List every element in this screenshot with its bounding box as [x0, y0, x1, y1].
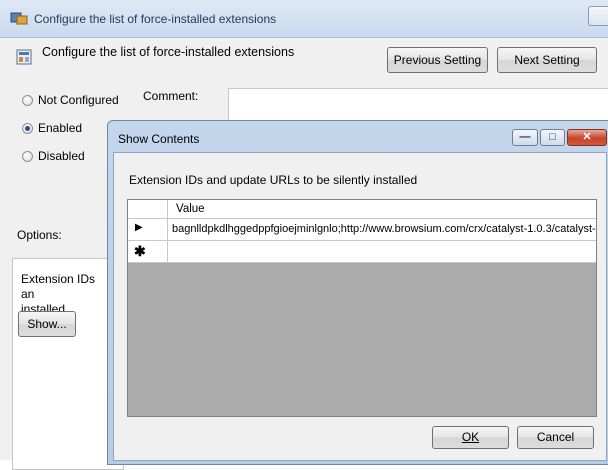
radio-disabled-indicator[interactable]: [22, 151, 33, 162]
value-cell-text: bagnlldpkdlhggedppfgioejminlgnlo;http://…: [172, 223, 597, 235]
next-setting-button[interactable]: Next Setting: [497, 47, 597, 73]
radio-not-configured-indicator[interactable]: [22, 95, 33, 106]
radio-not-configured-label: Not Configured: [38, 93, 119, 107]
ok-button-label: OK: [461, 430, 480, 444]
policy-title: Configure the list of force-installed ex…: [42, 45, 295, 59]
close-icon: ✕: [582, 131, 592, 143]
parent-window-title: Configure the list of force-installed ex…: [34, 12, 277, 26]
current-row-arrow-icon: ▶: [135, 222, 143, 233]
row-header-new[interactable]: ✱: [128, 241, 168, 262]
minimize-button[interactable]: —: [512, 129, 538, 146]
options-label: Options:: [17, 228, 62, 242]
radio-enabled-indicator[interactable]: [22, 123, 33, 134]
grid-header: Value: [128, 200, 596, 219]
cancel-button[interactable]: Cancel: [517, 426, 594, 449]
grid-corner: [128, 200, 168, 218]
previous-setting-button[interactable]: Previous Setting: [387, 47, 488, 73]
option-description-line1: Extension IDs an: [21, 272, 96, 301]
maximize-button[interactable]: □: [540, 129, 565, 146]
dialog-close-button[interactable]: ✕: [567, 129, 607, 146]
dialog-client-area: Extension IDs and update URLs to be sile…: [113, 152, 607, 461]
show-contents-dialog: Show Contents — □ ✕ Extension IDs and up…: [107, 120, 608, 465]
row-header[interactable]: ▶: [128, 219, 168, 240]
policy-setting-icon: [16, 49, 32, 65]
ok-button[interactable]: OK: [432, 426, 509, 449]
value-column-header[interactable]: Value: [176, 203, 205, 215]
cancel-button-label: Cancel: [536, 430, 575, 444]
parent-close-button[interactable]: [588, 6, 608, 26]
comment-label: Comment:: [143, 89, 199, 103]
radio-disabled-label: Disabled: [38, 149, 85, 163]
table-row[interactable]: ▶ bagnlldpkdlhggedppfgioejminlgnlo;http:…: [128, 219, 596, 241]
new-value-cell[interactable]: [168, 241, 596, 262]
radio-enabled-label: Enabled: [38, 121, 83, 135]
table-row-new[interactable]: ✱: [128, 241, 596, 263]
dialog-title: Show Contents: [118, 132, 200, 146]
show-button[interactable]: Show...: [18, 311, 76, 337]
group-policy-icon: [10, 12, 28, 25]
value-cell[interactable]: bagnlldpkdlhggedppfgioejminlgnlo;http://…: [168, 219, 596, 240]
parent-title-bar: Configure the list of force-installed ex…: [0, 0, 608, 38]
dialog-caption: Extension IDs and update URLs to be sile…: [129, 173, 418, 187]
new-row-asterisk-icon: ✱: [134, 243, 146, 259]
maximize-icon: □: [549, 131, 556, 143]
minimize-icon: —: [519, 131, 531, 143]
values-grid: Value ▶ bagnlldpkdlhggedppfgioejminlgnlo…: [127, 199, 597, 417]
